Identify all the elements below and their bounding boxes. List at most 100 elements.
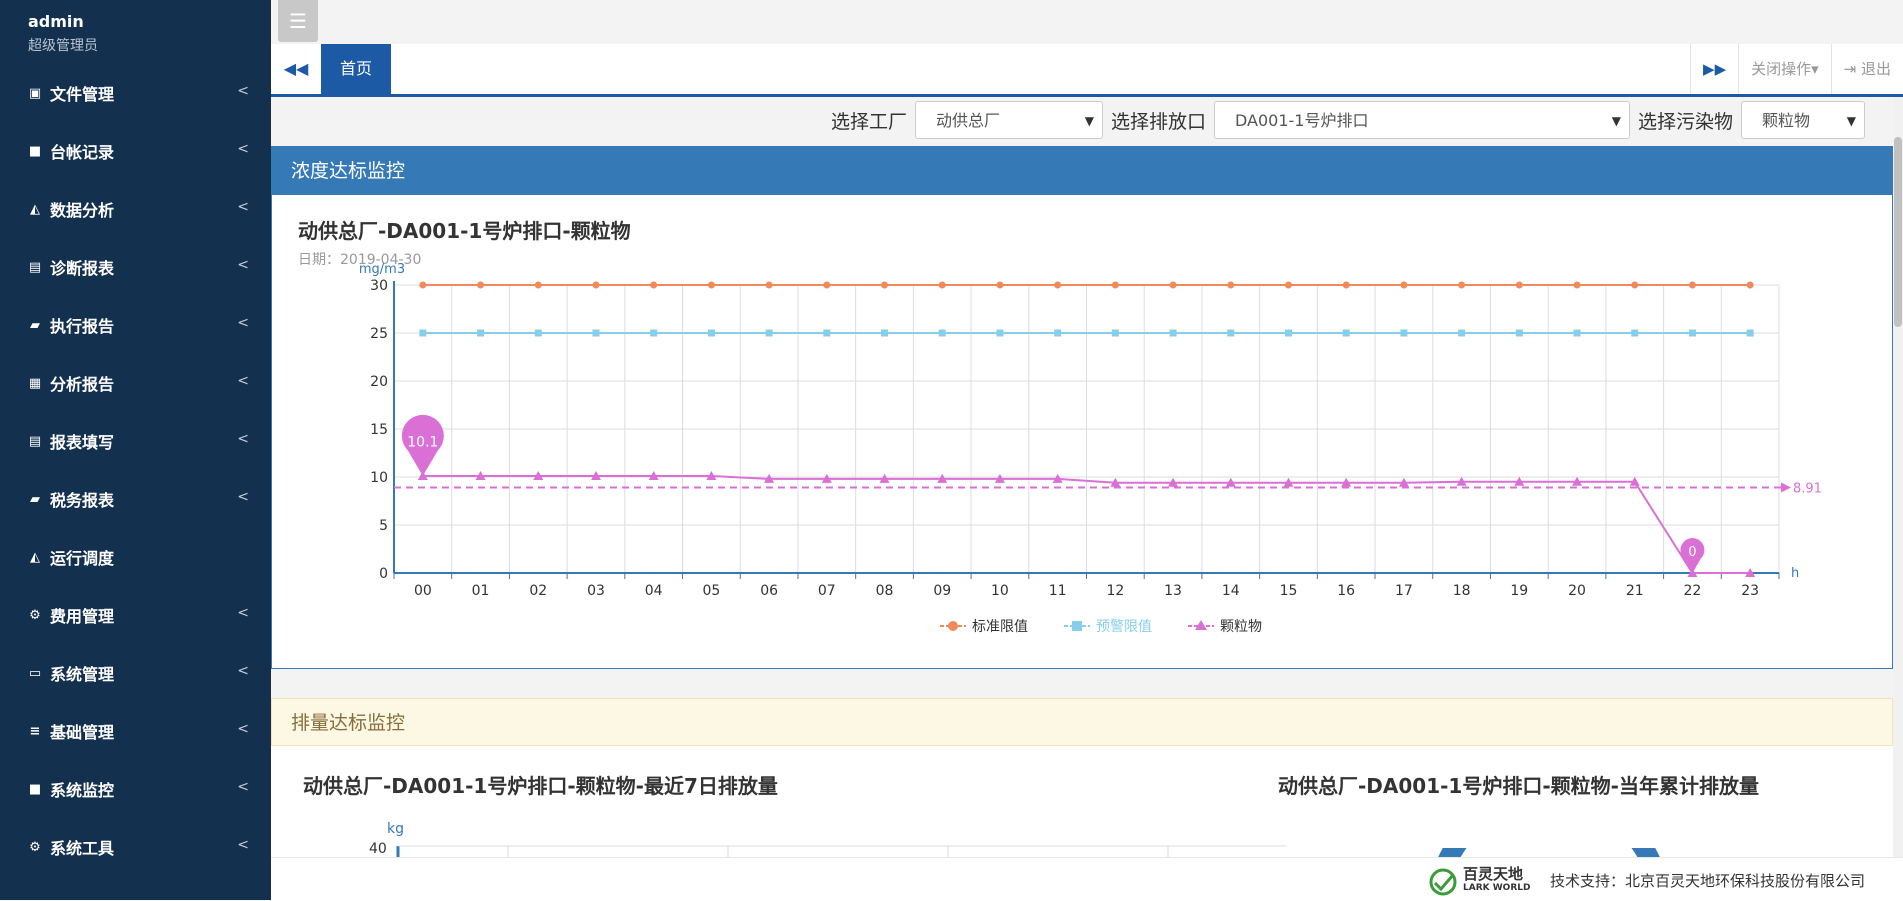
x-tick-label: 10 [991,583,1009,599]
list-icon: ≡ [29,723,41,739]
factory-select[interactable]: 动供总厂 ▼ [914,101,1103,139]
sidebar-item-1[interactable]: ■ 台帐记录 < [0,122,271,180]
x-tick-label: 16 [1337,583,1355,599]
chevron-left-icon: < [237,605,249,621]
video-icon: ■ [28,781,42,797]
chevron-left-icon: < [237,315,249,331]
area-chart-icon: ◭ [30,549,40,565]
x-tick-label: 03 [587,583,605,599]
chevron-left-icon: < [237,431,249,447]
series-point [1573,281,1581,289]
x-tick-label: 12 [1106,583,1124,599]
sidebar-item-2[interactable]: ◭ 数据分析 < [0,180,271,238]
sidebar-item-13[interactable]: ⚙ 系统工具 < [0,818,271,876]
series-point [1458,281,1466,289]
x-tick-label: 22 [1684,583,1702,599]
sidebar-item-label: 系统监控 [50,781,115,800]
tab-home[interactable]: 首页 [321,44,391,94]
series-point [707,329,715,337]
user-name[interactable]: admin [28,12,271,31]
sidebar-item-label: 执行报告 [50,317,115,336]
sidebar-item-0[interactable]: ▣ 文件管理 < [0,64,271,122]
sidebar-item-label: 税务报表 [50,491,115,510]
series-point [707,281,715,289]
legend-label: 标准限值 [972,619,1028,635]
logout-button[interactable]: ⇥ 退出 [1830,44,1903,94]
series-point [1227,329,1235,337]
sidebar-item-11[interactable]: ≡ 基础管理 < [0,702,271,760]
sidebar-item-label: 系统工具 [50,839,115,858]
chevron-down-icon: ▼ [1084,114,1094,128]
sidebar-item-10[interactable]: ▭ 系统管理 < [0,644,271,702]
series-point [477,329,485,337]
series-point [1169,281,1177,289]
y-tick-label: 30 [370,278,388,294]
sidebar-item-8[interactable]: ◭ 运行调度 [0,528,271,586]
outlet-label: 选择排放口 [1110,110,1206,133]
legend-symbol [948,621,958,631]
series-point [1400,329,1408,337]
x-tick-label: 06 [760,583,778,599]
chevron-left-icon: < [237,721,249,737]
x-tick-label: 00 [414,583,432,599]
user-role: 超级管理员 [28,38,98,54]
sidebar-item-label: 文件管理 [50,85,115,104]
series-point [534,329,542,337]
mark-point-label: 10.1 [407,435,438,451]
sidebar-item-12[interactable]: ■ 系统监控 < [0,760,271,818]
sidebar-item-label: 分析报告 [50,375,115,394]
calculator-icon: ▦ [28,375,42,391]
chart-year-title: 动供总厂-DA001-1号炉排口-颗粒物-当年累计排放量 [1278,774,1759,798]
emission-panel: 排量达标监控 动供总厂-DA001-1号炉排口-颗粒物-最近7日排放量 动供总厂… [271,698,1893,857]
outlet-select[interactable]: DA001-1号炉排口 ▼ [1213,101,1630,139]
video-icon: ■ [28,143,42,159]
book-icon: ▰ [30,491,40,507]
outlet-select-value: DA001-1号炉排口 [1234,111,1369,130]
tabs-scroll-left-button[interactable]: ◀◀ [271,44,321,94]
y-tick-label: 25 [370,326,388,342]
chevron-left-icon: < [237,257,249,273]
page-scrollbar[interactable] [1893,97,1903,857]
x-tick-label: 04 [645,583,663,599]
series-point [1515,329,1523,337]
x-tick-label: 18 [1453,583,1471,599]
sidebar-item-9[interactable]: ⚙ 费用管理 < [0,586,271,644]
user-info: admin 超级管理员 [0,0,271,55]
chart-7day-axis [396,845,1286,857]
sidebar-item-6[interactable]: ▤ 报表填写 < [0,412,271,470]
sidebar-item-label: 诊断报表 [50,259,115,278]
series-point [765,281,773,289]
menu-toggle-button[interactable]: ☰ [278,0,318,42]
legend-label: 颗粒物 [1220,619,1262,635]
series-point [1688,281,1696,289]
series-point [1169,329,1177,337]
factory-select-value: 动供总厂 [935,111,1000,130]
sidebar-item-label: 数据分析 [50,201,115,220]
average-mark-arrow [1781,482,1791,493]
y-tick-label: 5 [379,518,388,534]
sidebar-item-4[interactable]: ▰ 执行报告 < [0,296,271,354]
filter-bar: 选择工厂 动供总厂 ▼ 选择排放口 DA001-1号炉排口 ▼ 选择污染物 颗粒物 ▼ [831,101,1873,139]
x-tick-label: 07 [818,583,836,599]
series-point [1746,329,1754,337]
briefcase-icon: ▣ [28,85,42,101]
series-point [534,281,542,289]
sidebar-item-3[interactable]: ▤ 诊断报表 < [0,238,271,296]
series-point [1746,281,1754,289]
mark-point-label: 0 [1688,545,1696,560]
gauge-chart [1438,848,1660,857]
sidebar-item-5[interactable]: ▦ 分析报告 < [0,354,271,412]
pollutant-select[interactable]: 颗粒物 ▼ [1741,101,1865,139]
footer: 百灵天地 LARK WORLD 技术支持：北京百灵天地环保科技股份有限公司 [271,857,1903,901]
sidebar: admin 超级管理员 ▣ 文件管理 < ■ 台帐记录 < ◭ 数据分析 < ▤ 诊断报表 < ▰ 执行报… [0,0,271,900]
series-point [1111,329,1119,337]
close-ops-dropdown[interactable]: 关闭操作▾ [1738,44,1831,94]
sidebar-item-7[interactable]: ▰ 税务报表 < [0,470,271,528]
tabs-scroll-right-button[interactable]: ▶▶ [1690,44,1738,94]
x-tick-label: 15 [1280,583,1298,599]
tech-support-text: 技术支持：北京百灵天地环保科技股份有限公司 [1550,872,1866,890]
y-tick-label: 0 [379,566,388,582]
x-tick-label: 02 [529,583,547,599]
series-point [1284,281,1292,289]
scrollbar-thumb[interactable] [1894,137,1902,327]
